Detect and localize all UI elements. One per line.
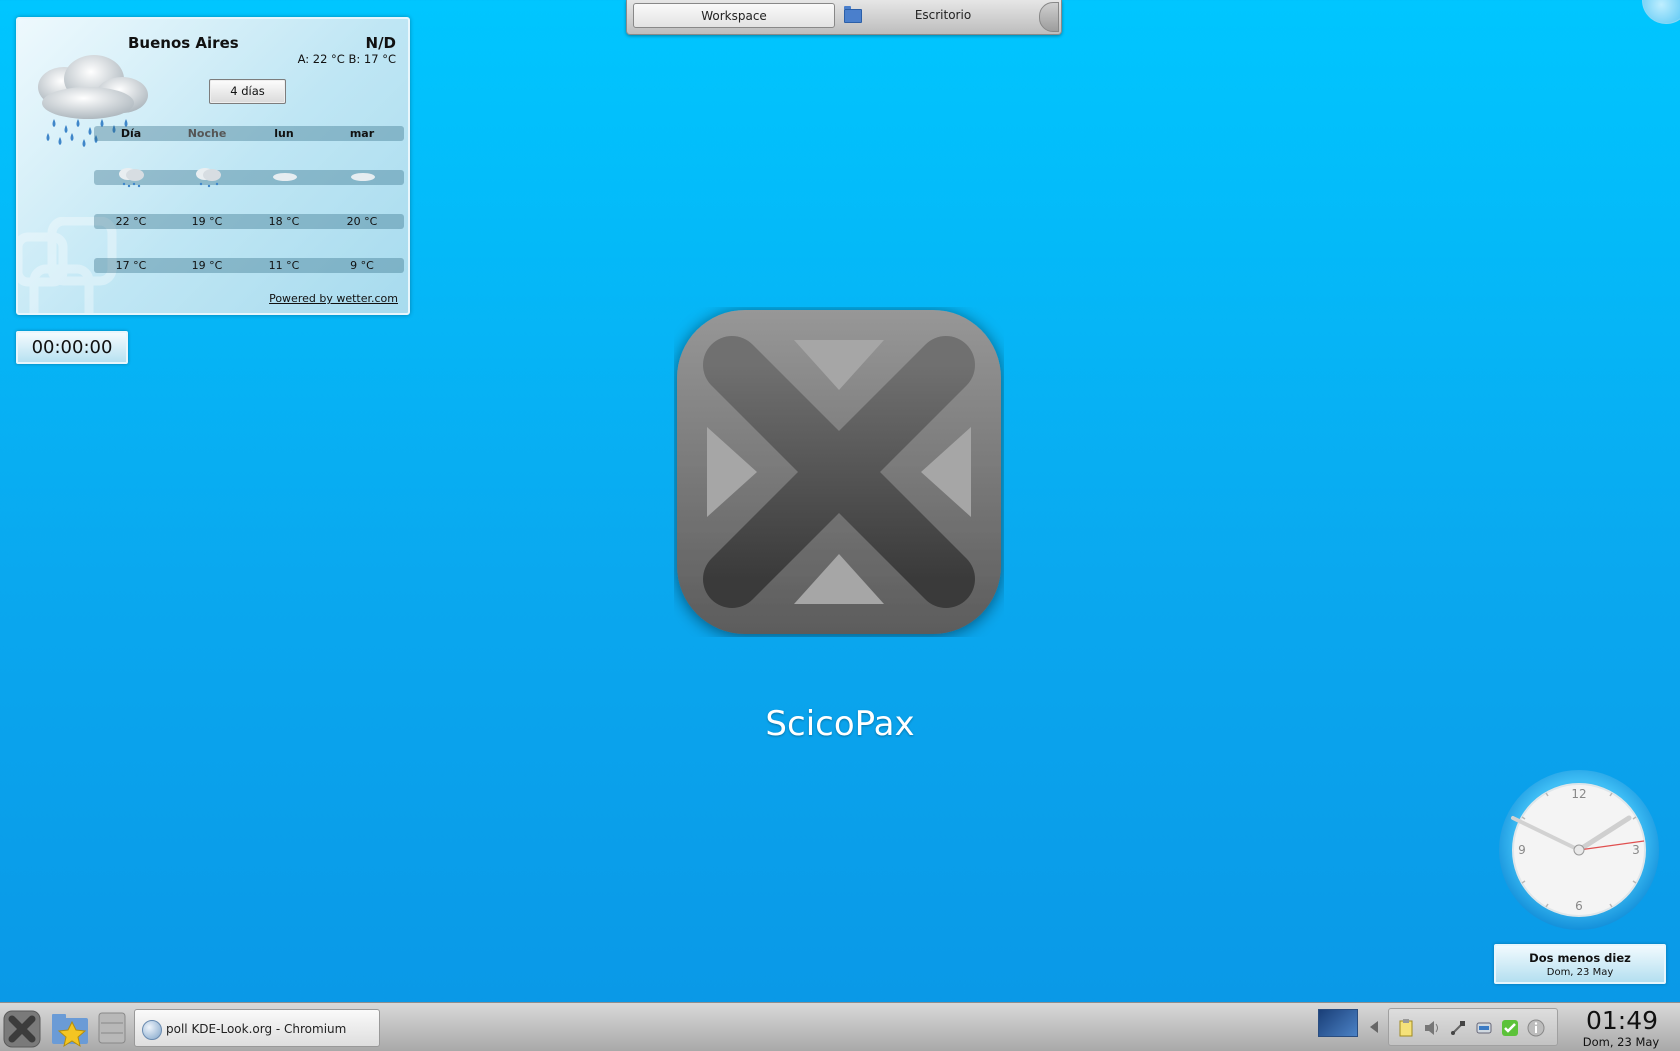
network-icon[interactable] — [1449, 1019, 1467, 1037]
volume-icon[interactable] — [1423, 1019, 1441, 1037]
forecast-low: 11 °C — [268, 259, 300, 272]
forecast-col-night: Noche — [187, 127, 227, 140]
taskbar-clock-date: Dom, 23 May — [1582, 1035, 1660, 1049]
rain-cloud-icon — [119, 168, 144, 188]
clock-number-6: 6 — [1575, 899, 1583, 913]
forecast-col-tue: mar — [349, 127, 375, 140]
corner-cashew-button[interactable] — [1642, 0, 1680, 24]
clock-number-3: 3 — [1632, 843, 1640, 857]
application-launcher-icon[interactable] — [2, 1009, 42, 1049]
cloud-icon — [273, 173, 297, 181]
analog-clock[interactable]: 12 3 6 9 — [1498, 769, 1660, 931]
clock-number-12: 12 — [1571, 787, 1586, 801]
clock-number-9: 9 — [1518, 843, 1526, 857]
chromium-icon — [142, 1020, 162, 1040]
desktop-toolbar: Workspace Escritorio — [626, 0, 1062, 35]
update-checkmark-icon[interactable] — [1501, 1019, 1519, 1037]
clock-fuzzy-time: Dos menos diez — [1529, 951, 1631, 965]
weather-city: Buenos Aires — [128, 34, 239, 52]
forecast-high-row: 22 °C 19 °C 18 °C 20 °C — [94, 214, 404, 229]
forecast-low: 17 °C — [115, 259, 147, 272]
rain-cloud-icon — [196, 168, 221, 188]
forecast-days-button[interactable]: 4 días — [209, 79, 286, 104]
forecast-col-mon: lun — [274, 127, 294, 140]
forecast-low-row: 17 °C 19 °C 11 °C 9 °C — [94, 258, 404, 273]
device-notifier-icon[interactable] — [1475, 1019, 1493, 1037]
weather-widget: Buenos Aires N/D A: 22 °C B: 17 °C 4 día… — [16, 17, 410, 315]
workspace-button[interactable]: Workspace — [633, 3, 835, 28]
forecast-high: 19 °C — [191, 215, 223, 228]
forecast-high: 18 °C — [268, 215, 300, 228]
toolbox-handle[interactable] — [1039, 2, 1059, 32]
weather-condition: N/D — [365, 34, 396, 52]
clock-date: Dom, 23 May — [1546, 967, 1614, 978]
forecast-low: 19 °C — [191, 259, 223, 272]
desktop-pager-thumbnail[interactable] — [1318, 1009, 1358, 1037]
taskbar: poll KDE-Look.org - Chromium 01:49 Dom, … — [0, 1002, 1680, 1051]
taskbar-window-button[interactable]: poll KDE-Look.org - Chromium — [134, 1009, 380, 1047]
clipboard-icon[interactable] — [1397, 1019, 1415, 1037]
scicopax-logo — [677, 310, 1001, 634]
weather-credit-link[interactable]: Powered by wetter.com — [269, 292, 398, 305]
favorites-folder-icon[interactable] — [50, 1008, 90, 1048]
weather-high-low: A: 22 °C B: 17 °C — [297, 52, 396, 66]
storage-drive-icon[interactable] — [97, 1011, 127, 1045]
forecast-high: 20 °C — [346, 215, 378, 228]
clock-caption: Dos menos diez Dom, 23 May — [1494, 944, 1666, 984]
taskbar-window-title: poll KDE-Look.org - Chromium — [166, 1022, 347, 1036]
systray-expand-arrow-icon[interactable] — [1370, 1021, 1378, 1033]
taskbar-clock-time[interactable]: 01:49 — [1574, 1006, 1670, 1035]
forecast-low: 9 °C — [350, 259, 374, 272]
forecast-icon-row — [94, 168, 404, 188]
desktop-activity-button[interactable]: Escritorio — [867, 3, 1019, 28]
timer-widget[interactable]: 00:00:00 — [16, 331, 128, 364]
cloud-icon — [351, 173, 375, 181]
forecast-header-row: Día Noche lun mar — [94, 126, 404, 141]
forecast-col-day: Día — [120, 127, 142, 140]
brand-name: ScicoPax — [765, 704, 915, 744]
info-icon[interactable] — [1527, 1019, 1545, 1037]
forecast-high: 22 °C — [115, 215, 147, 228]
folder-icon — [844, 6, 862, 23]
system-tray — [1388, 1008, 1558, 1046]
